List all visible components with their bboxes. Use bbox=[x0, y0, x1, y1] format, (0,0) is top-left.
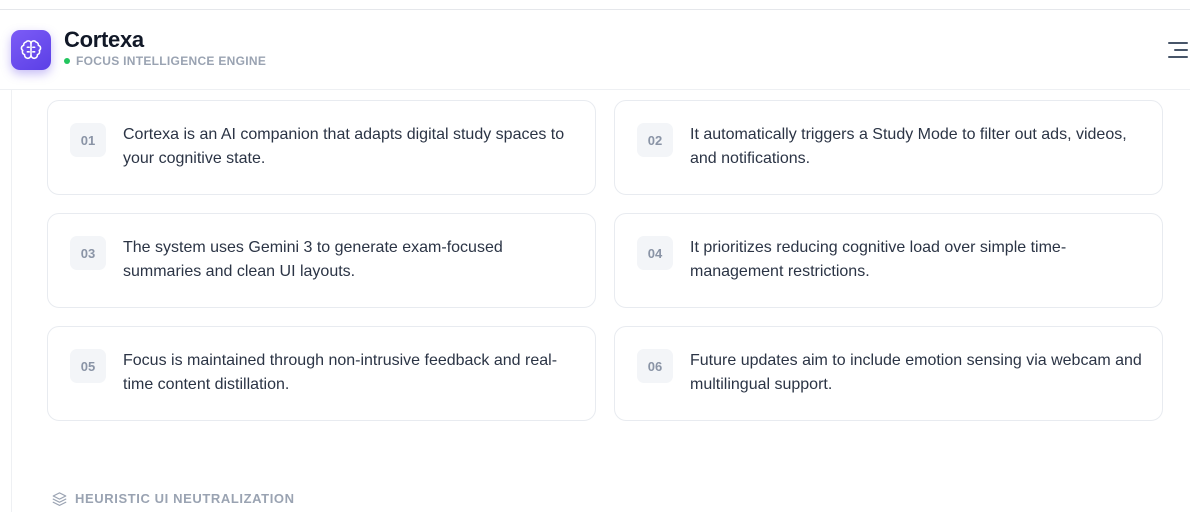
tagline-text: FOCUS INTELLIGENCE ENGINE bbox=[76, 54, 267, 68]
card-text: Future updates aim to include emotion se… bbox=[690, 352, 1142, 393]
card-text: Focus is maintained through non-intrusiv… bbox=[123, 352, 558, 393]
card-number: 03 bbox=[70, 236, 106, 270]
card-text: The system uses Gemini 3 to generate exa… bbox=[123, 239, 503, 280]
layers-icon bbox=[52, 492, 67, 506]
card-number: 06 bbox=[637, 349, 673, 383]
app-tagline: FOCUS INTELLIGENCE ENGINE bbox=[64, 54, 266, 68]
app-logo[interactable] bbox=[11, 30, 51, 70]
menu-icon bbox=[1168, 42, 1188, 44]
brain-icon bbox=[20, 40, 42, 60]
app-header: Cortexa FOCUS INTELLIGENCE ENGINE bbox=[0, 10, 1190, 90]
menu-button[interactable] bbox=[1164, 40, 1188, 60]
card-text: Cortexa is an AI companion that adapts d… bbox=[123, 126, 565, 167]
card-text: It automatically triggers a Study Mode t… bbox=[690, 126, 1127, 167]
fact-card: 02 It automatically triggers a Study Mod… bbox=[614, 100, 1163, 195]
fact-card: 06 Future updates aim to include emotion… bbox=[614, 326, 1163, 421]
card-number: 01 bbox=[70, 123, 106, 157]
card-number: 04 bbox=[637, 236, 673, 270]
left-divider bbox=[11, 90, 12, 512]
card-number: 05 bbox=[70, 349, 106, 383]
app-title: Cortexa bbox=[64, 27, 144, 52]
section-heading: HEURISTIC UI NEUTRALIZATION bbox=[52, 491, 295, 506]
section-label-text: HEURISTIC UI NEUTRALIZATION bbox=[75, 491, 295, 506]
card-number: 02 bbox=[637, 123, 673, 157]
card-text: It prioritizes reducing cognitive load o… bbox=[690, 239, 1067, 280]
fact-card: 03 The system uses Gemini 3 to generate … bbox=[47, 213, 596, 308]
fact-card: 01 Cortexa is an AI companion that adapt… bbox=[47, 100, 596, 195]
fact-card: 05 Focus is maintained through non-intru… bbox=[47, 326, 596, 421]
status-dot bbox=[64, 58, 70, 64]
fact-card: 04 It prioritizes reducing cognitive loa… bbox=[614, 213, 1163, 308]
